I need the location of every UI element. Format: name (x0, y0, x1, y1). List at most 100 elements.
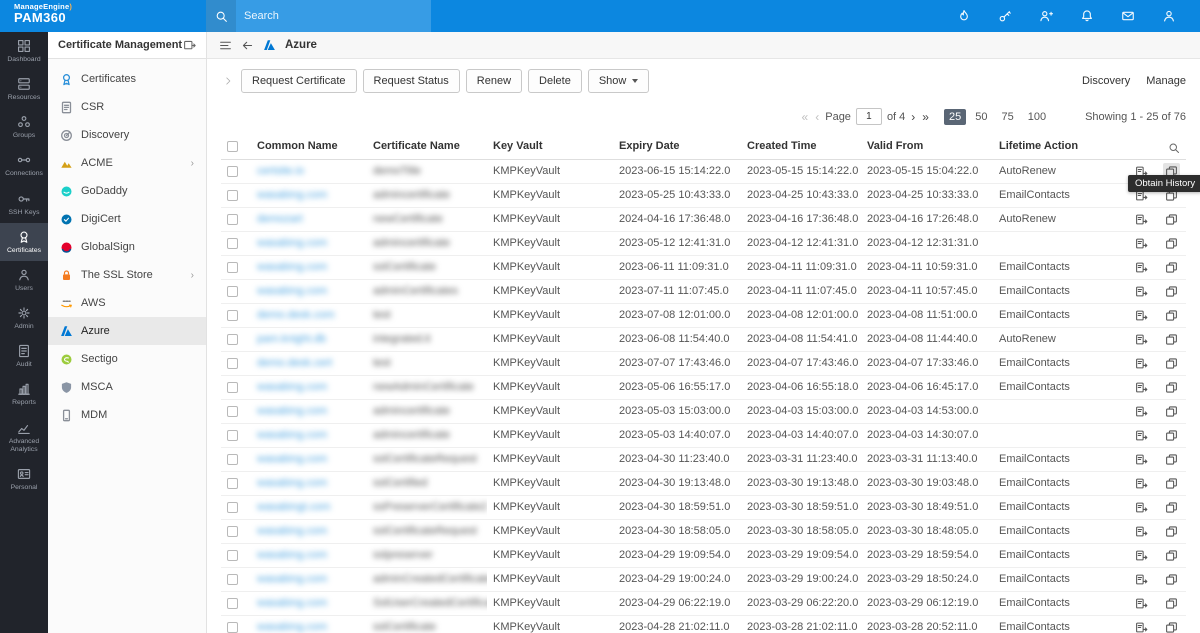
push-certificate-icon[interactable] (1133, 547, 1150, 564)
common-name-link[interactable]: wasabing.com (257, 453, 327, 465)
certnav-item-acme[interactable]: ACME › (48, 149, 206, 177)
obtain-history-icon[interactable] (1163, 259, 1180, 276)
col-created-time[interactable]: Created Time (741, 134, 861, 159)
profile-icon[interactable] (1162, 9, 1176, 23)
row-checkbox[interactable] (227, 214, 238, 225)
common-name-link[interactable]: demo.desk.cert (257, 357, 332, 369)
row-checkbox[interactable] (227, 622, 238, 633)
prev-page-button[interactable]: ‹ (814, 110, 820, 124)
mail-icon[interactable] (1121, 9, 1135, 23)
delete-button[interactable]: Delete (528, 69, 582, 93)
row-checkbox[interactable] (227, 526, 238, 537)
sidebar-item-audit[interactable]: Audit (0, 337, 48, 375)
common-name-link[interactable]: wasabing.com (257, 549, 327, 561)
common-name-link[interactable]: wasabing.com (257, 285, 327, 297)
common-name-link[interactable]: demozart (257, 213, 303, 225)
search-icon[interactable] (206, 0, 236, 32)
key-icon[interactable] (998, 9, 1012, 23)
row-checkbox[interactable] (227, 238, 238, 249)
push-certificate-icon[interactable] (1133, 211, 1150, 228)
page-size-25[interactable]: 25 (944, 109, 966, 125)
row-checkbox[interactable] (227, 550, 238, 561)
row-checkbox[interactable] (227, 334, 238, 345)
row-checkbox[interactable] (227, 574, 238, 585)
obtain-history-icon[interactable] (1163, 451, 1180, 468)
push-certificate-icon[interactable] (1133, 595, 1150, 612)
push-certificate-icon[interactable] (1133, 307, 1150, 324)
table-search-icon[interactable] (1168, 142, 1180, 154)
renew-button[interactable]: Renew (466, 69, 522, 93)
bell-icon[interactable] (1080, 9, 1094, 23)
certnav-item-aws[interactable]: AWS (48, 289, 206, 317)
page-size-50[interactable]: 50 (970, 109, 992, 125)
obtain-history-icon[interactable] (1163, 523, 1180, 540)
obtain-history-icon[interactable] (1163, 379, 1180, 396)
last-page-button[interactable]: » (921, 110, 930, 124)
row-checkbox[interactable] (227, 598, 238, 609)
page-input[interactable] (856, 108, 882, 125)
col-expiry-date[interactable]: Expiry Date (613, 134, 741, 159)
sidebar-item-users[interactable]: Users (0, 261, 48, 299)
certnav-item-ssl-store[interactable]: The SSL Store › (48, 261, 206, 289)
push-certificate-icon[interactable] (1133, 379, 1150, 396)
row-checkbox[interactable] (227, 190, 238, 201)
search-input[interactable] (236, 10, 406, 22)
obtain-history-icon[interactable] (1163, 403, 1180, 420)
col-valid-from[interactable]: Valid From (861, 134, 993, 159)
manage-link[interactable]: Manage (1146, 75, 1186, 87)
push-certificate-icon[interactable] (1133, 355, 1150, 372)
certnav-item-csr[interactable]: CSR (48, 93, 206, 121)
sidebar-item-certificates[interactable]: Certificates (0, 223, 48, 261)
push-certificate-icon[interactable] (1133, 475, 1150, 492)
request-certificate-button[interactable]: Request Certificate (241, 69, 357, 93)
common-name-link[interactable]: wasabing.com (257, 261, 327, 273)
row-checkbox[interactable] (227, 166, 238, 177)
hamburger-menu-icon[interactable] (219, 39, 232, 52)
obtain-history-icon[interactable] (1163, 331, 1180, 348)
collapse-panel-icon[interactable] (183, 39, 196, 52)
certnav-item-godaddy[interactable]: GoDaddy (48, 177, 206, 205)
obtain-history-icon[interactable] (1163, 475, 1180, 492)
push-certificate-icon[interactable] (1133, 619, 1150, 633)
sidebar-item-resources[interactable]: Resources (0, 70, 48, 108)
next-page-button[interactable]: › (910, 110, 916, 124)
toolbar-handle-icon[interactable] (221, 76, 235, 86)
sidebar-item-connections[interactable]: Connections (0, 146, 48, 184)
row-checkbox[interactable] (227, 454, 238, 465)
page-size-100[interactable]: 100 (1023, 109, 1051, 125)
row-checkbox[interactable] (227, 310, 238, 321)
first-page-button[interactable]: « (801, 110, 810, 124)
row-checkbox[interactable] (227, 262, 238, 273)
common-name-link[interactable]: wasabingt.com (257, 501, 330, 513)
push-certificate-icon[interactable] (1133, 235, 1150, 252)
discovery-link[interactable]: Discovery (1082, 75, 1130, 87)
sidebar-item-reports[interactable]: Reports (0, 375, 48, 413)
push-certificate-icon[interactable] (1133, 331, 1150, 348)
common-name-link[interactable]: pam.knight.db (257, 333, 326, 345)
certnav-item-globalsign[interactable]: GlobalSign (48, 233, 206, 261)
certnav-item-certificates[interactable]: Certificates (48, 65, 206, 93)
row-checkbox[interactable] (227, 430, 238, 441)
obtain-history-icon[interactable] (1163, 235, 1180, 252)
common-name-link[interactable]: wasabing.com (257, 381, 327, 393)
push-certificate-icon[interactable] (1133, 571, 1150, 588)
back-arrow-icon[interactable] (241, 39, 254, 52)
obtain-history-icon[interactable] (1163, 547, 1180, 564)
certnav-item-msca[interactable]: MSCA (48, 373, 206, 401)
certnav-item-discovery[interactable]: Discovery (48, 121, 206, 149)
col-key-vault[interactable]: Key Vault (487, 134, 613, 159)
common-name-link[interactable]: wasabing.com (257, 405, 327, 417)
common-name-link[interactable]: wasabing.com (257, 573, 327, 585)
row-checkbox[interactable] (227, 502, 238, 513)
push-certificate-icon[interactable] (1133, 451, 1150, 468)
common-name-link[interactable]: wasabing.com (257, 189, 327, 201)
push-certificate-icon[interactable] (1133, 259, 1150, 276)
sidebar-item-dashboard[interactable]: Dashboard (0, 32, 48, 70)
row-checkbox[interactable] (227, 406, 238, 417)
obtain-history-icon[interactable] (1163, 355, 1180, 372)
user-add-icon[interactable] (1039, 9, 1053, 23)
pam360-logo[interactable]: ManageEngine) PAM360 (0, 0, 206, 32)
obtain-history-icon[interactable] (1163, 571, 1180, 588)
sidebar-item-groups[interactable]: Groups (0, 108, 48, 146)
row-checkbox[interactable] (227, 478, 238, 489)
